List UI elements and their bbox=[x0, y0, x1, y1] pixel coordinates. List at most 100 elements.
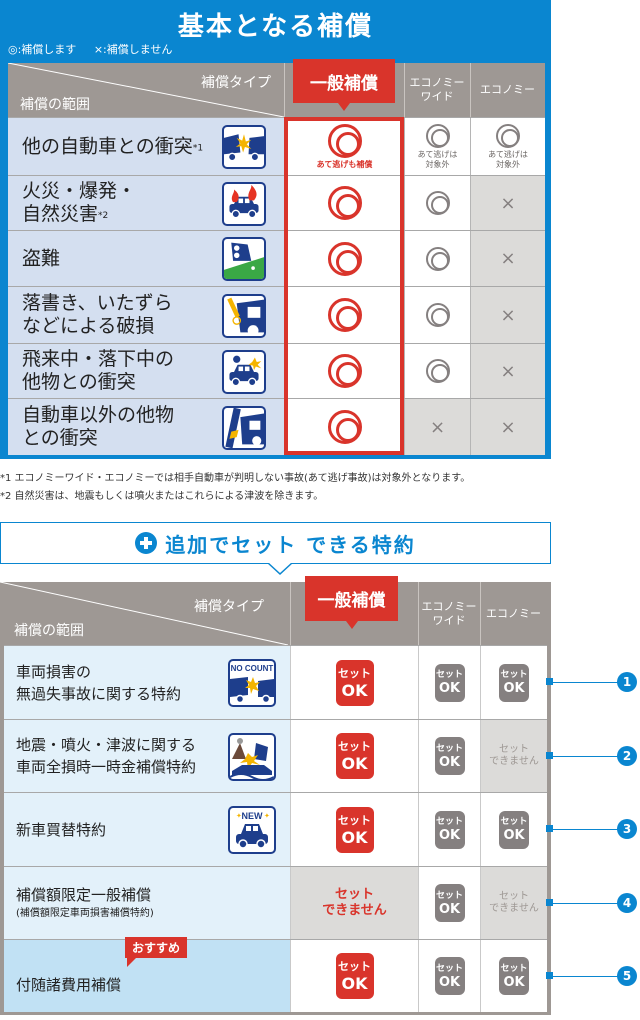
column-header-economy: エコノミー bbox=[486, 606, 541, 620]
not-covered-mark-icon: × bbox=[500, 416, 516, 438]
callout-anchor bbox=[546, 751, 553, 759]
addon-label-line: 車両損害の bbox=[16, 662, 92, 681]
not-covered-mark-icon: × bbox=[500, 304, 516, 326]
addon-cell-wide: セット OK bbox=[418, 940, 480, 1012]
coverage-label-cell: 火災・爆発・ 自然災害*2 bbox=[8, 176, 284, 230]
covered-mark-icon bbox=[327, 241, 362, 276]
coverage-label-line: などによる破損 bbox=[22, 315, 155, 337]
set-ok-badge: セット OK bbox=[434, 810, 465, 849]
column-header-general: 一般補償 bbox=[293, 59, 395, 111]
covered-mark-icon bbox=[327, 410, 362, 444]
addon-label: 補償額限定一般補償 (補償額限定車両損害補償特約) bbox=[16, 884, 154, 922]
addon-cell-general: セット OK bbox=[290, 940, 418, 1012]
coverage-cell-general bbox=[284, 287, 404, 343]
not-covered-mark-icon: × bbox=[500, 248, 516, 269]
addon-label: 地震・噴火・津波に関する 車両全損時一時金補償特約 bbox=[16, 734, 196, 778]
coverage-cell-wide bbox=[404, 344, 470, 398]
callout-line bbox=[553, 902, 618, 904]
coverage-cell-general: あて逃げも補償 bbox=[284, 118, 404, 175]
coverage-label: 自動車以外の他物 との衝突 bbox=[22, 404, 174, 450]
addon-cell-economy: セット できません bbox=[480, 867, 547, 939]
coverage-cell-wide: あて逃げは 対象外 bbox=[404, 118, 470, 175]
addon-section-title: 追加でセット できる特約 bbox=[165, 532, 416, 557]
table-header: 補償タイプ 補償の範囲 エコノミー ワイド エコノミー bbox=[0, 582, 551, 645]
coverage-label-line: 落書き、いたずら bbox=[22, 292, 173, 314]
covered-mark-icon bbox=[425, 123, 450, 148]
set-ok-badge: セット OK bbox=[434, 663, 465, 702]
coverage-cell-economy: × bbox=[470, 231, 545, 286]
coverage-cell-economy: あて逃げは 対象外 bbox=[470, 118, 545, 175]
earthquake-icon bbox=[228, 732, 276, 781]
covered-mark-icon bbox=[425, 191, 450, 215]
callout-anchor bbox=[546, 825, 553, 832]
no-count-icon: NO COUNT bbox=[228, 659, 276, 707]
coverage-label: 落書き、いたずら などによる破損 bbox=[22, 292, 173, 338]
coverage-label-line: 盗難 bbox=[22, 247, 61, 269]
addon-label-line: 新車買替特約 bbox=[16, 820, 107, 839]
coverage-label: 盗難 bbox=[22, 247, 60, 270]
coverage-row: 落書き、いたずら などによる破損 × bbox=[8, 286, 545, 343]
column-header-economy: エコノミー bbox=[480, 83, 535, 96]
coverage-label-cell: 飛来中・落下中の 他物との衝突 bbox=[8, 344, 284, 398]
recommended-badge: おすすめ bbox=[125, 937, 188, 967]
coverage-cell-wide: × bbox=[404, 399, 470, 455]
addon-label: 新車買替特約 bbox=[16, 819, 106, 841]
covered-mark-icon bbox=[496, 123, 520, 148]
not-covered-mark-icon: × bbox=[500, 192, 516, 214]
column-header-general: 一般補償 bbox=[305, 576, 398, 629]
callout-anchor bbox=[546, 898, 553, 906]
footnote-1: *1 エコノミーワイド・エコノミーでは相手自動車が判明しない事故(あて逃げ事故)… bbox=[0, 473, 471, 484]
addon-table: 補償タイプ 補償の範囲 エコノミー ワイド エコノミー 一般補償 車両損害の 無過失… bbox=[0, 576, 551, 1015]
car-collision-icon bbox=[222, 125, 266, 169]
addon-cell-economy: セット OK bbox=[480, 940, 547, 1012]
callout-number: 4 bbox=[617, 892, 637, 913]
pole-collision-icon bbox=[222, 405, 266, 450]
callout-anchor bbox=[546, 971, 553, 979]
set-unavailable-label: セット できません bbox=[489, 744, 539, 767]
set-ok-badge: セット OK bbox=[499, 663, 529, 702]
addon-cell-economy: セット OK bbox=[480, 646, 547, 719]
svg-text:✦: ✦ bbox=[264, 812, 270, 820]
coverage-label-cell: 他の自動車との衝突*1 bbox=[8, 118, 284, 175]
addon-cell-wide: セット OK bbox=[418, 867, 480, 939]
coverage-label-cell: 盗難 bbox=[8, 231, 284, 286]
column-header-economy-wide: エコノミー ワイド bbox=[404, 63, 470, 117]
coverage-row: 火災・爆発・ 自然災害*2 × bbox=[8, 175, 545, 230]
callout-number: 1 bbox=[617, 672, 637, 692]
callout-anchor bbox=[546, 678, 553, 685]
car-fire-icon bbox=[222, 181, 266, 226]
addon-label: 付随諸費用補償 bbox=[16, 974, 121, 996]
addon-label: 車両損害の 無過失事故に関する特約 bbox=[16, 661, 181, 705]
addon-cell-wide: セット OK bbox=[418, 720, 480, 792]
coverage-cell-economy: × bbox=[470, 287, 545, 343]
addon-row: 車両損害の 無過失事故に関する特約 NO COUNT セット OK セット OK セット OK bbox=[4, 645, 547, 719]
coverage-label-cell: 落書き、いたずら などによる破損 bbox=[8, 287, 284, 343]
coverage-label: 他の自動車との衝突*1 bbox=[22, 135, 203, 158]
column-header-line: ワイド bbox=[432, 613, 466, 627]
addon-label-line: 地震・噴火・津波に関する bbox=[16, 736, 197, 754]
coverage-note: あて逃げも補償 bbox=[316, 159, 373, 169]
footnote-marker: *1 bbox=[192, 143, 204, 153]
callout-number: 3 bbox=[617, 819, 637, 839]
coverage-cell-wide bbox=[404, 287, 470, 343]
header-range-label: 補償の範囲 bbox=[14, 623, 84, 639]
coverage-row: 盗難 × bbox=[8, 230, 545, 286]
addon-cell-wide: セット OK bbox=[418, 646, 480, 719]
car-vandalism-icon bbox=[222, 293, 266, 338]
addon-section-banner: 追加でセット できる特約 bbox=[0, 522, 551, 564]
coverage-label-line: 他物との衝突 bbox=[22, 371, 136, 393]
covered-mark-icon bbox=[327, 186, 362, 220]
set-ok-badge: セット OK bbox=[434, 737, 465, 775]
divider bbox=[284, 63, 285, 117]
divider bbox=[290, 582, 291, 645]
coverage-label: 火災・爆発・ 自然災害*2 bbox=[22, 180, 136, 226]
addon-label-line: 車両全損時一時金補償特約 bbox=[16, 758, 197, 776]
coverage-cell-general bbox=[284, 344, 404, 398]
banner-pointer-fill bbox=[268, 562, 292, 573]
covered-mark-icon bbox=[425, 246, 450, 271]
addon-row: 地震・噴火・津波に関する 車両全損時一時金補償特約 セット OK セット OK セット できま… bbox=[4, 719, 547, 792]
coverage-label-cell: 自動車以外の他物 との衝突 bbox=[8, 399, 284, 455]
callout-line bbox=[553, 975, 618, 977]
covered-mark-icon bbox=[327, 298, 362, 332]
addon-cell-wide: セット OK bbox=[418, 793, 480, 866]
